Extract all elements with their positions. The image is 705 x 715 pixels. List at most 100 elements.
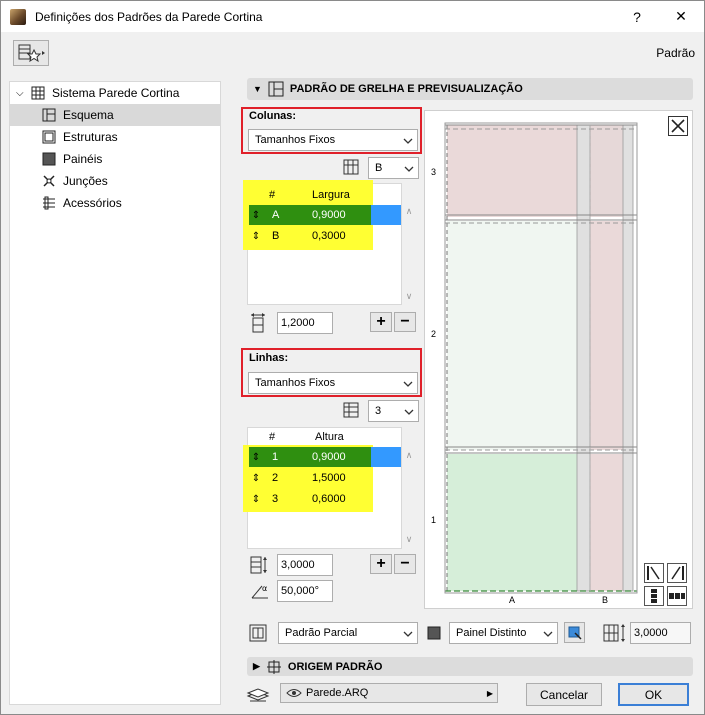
panel-pick-button[interactable] — [564, 622, 585, 643]
pattern-mode-select[interactable]: Padrão Parcial — [278, 622, 418, 644]
vertical-layout-icon — [651, 589, 657, 603]
triangle-down-icon: ▼ — [253, 84, 262, 94]
section-title: ORIGEM PADRÃO — [287, 660, 383, 673]
vertical-layout-button[interactable] — [644, 586, 664, 606]
columns-total-input[interactable]: 1,2000 — [277, 312, 333, 334]
preset-label: Padrão — [656, 46, 695, 60]
drag-handle-icon[interactable]: ⇕ — [249, 452, 263, 463]
table-row[interactable]: ⇕ 1 0,9000 — [249, 447, 401, 467]
rows-pattern-select[interactable]: 3 — [368, 400, 419, 422]
slope-right-icon — [671, 566, 684, 580]
layer-value: Parede.ARQ — [306, 687, 369, 699]
tree-item-label: Esquema — [63, 108, 114, 122]
columns-header-size: Largura — [312, 189, 350, 201]
row-label: 1 — [431, 515, 437, 525]
row-value[interactable]: 1,5000 — [312, 472, 346, 484]
chevron-down-icon — [403, 381, 413, 387]
slope-right-button[interactable] — [667, 563, 687, 583]
scroll-up-icon[interactable]: ∧ — [403, 450, 415, 461]
scroll-down-icon[interactable]: ∨ — [403, 534, 415, 545]
tree-item-esquema[interactable]: Esquema — [10, 104, 220, 126]
total-height-icon — [250, 556, 267, 574]
drag-handle-icon[interactable]: ⇕ — [249, 473, 263, 484]
tree-item-acessorios[interactable]: Acessórios — [10, 192, 220, 214]
drag-handle-icon[interactable]: ⇕ — [249, 494, 263, 505]
row-value[interactable]: 0,9000 — [312, 451, 346, 463]
panel-mode-value: Painel Distinto — [456, 627, 527, 639]
table-row[interactable]: ⇕ 2 1,5000 — [249, 468, 401, 488]
tree-item-label: Estruturas — [63, 130, 118, 144]
frames-icon — [42, 130, 56, 144]
curtain-wall-icon — [31, 86, 45, 100]
columns-pattern-select[interactable]: B — [368, 157, 419, 179]
tree-item-label: Acessórios — [63, 196, 122, 210]
columns-label: Colunas: — [249, 110, 297, 122]
title-bar: Definições dos Padrões da Parede Cortina… — [1, 1, 704, 32]
layers-icon — [246, 688, 270, 702]
scroll-up-icon[interactable]: ∧ — [403, 206, 415, 217]
height-icon — [603, 624, 625, 642]
table-row[interactable]: ⇕ B 0,3000 — [249, 226, 401, 246]
height-input[interactable]: 3,0000 — [630, 622, 691, 644]
window-title: Definições dos Padrões da Parede Cortina — [35, 9, 263, 24]
rows-label: Linhas: — [249, 352, 289, 364]
tree-item-paineis[interactable]: Painéis — [10, 148, 220, 170]
angle-input[interactable]: 50,000° — [277, 580, 333, 602]
ok-button[interactable]: OK — [618, 683, 689, 706]
row-id: 3 — [272, 493, 279, 505]
chevron-down-icon — [543, 631, 553, 637]
tree-root[interactable]: ⌵ Sistema Parede Cortina — [10, 82, 220, 104]
remove-column-button[interactable]: − — [394, 312, 416, 332]
panel-mode-select[interactable]: Painel Distinto — [449, 622, 558, 644]
favorites-button[interactable] — [13, 40, 49, 66]
grid-preview-canvas — [444, 122, 638, 594]
chevron-down-icon[interactable]: ⌵ — [16, 88, 26, 99]
close-preview-button[interactable] — [668, 116, 688, 136]
row-label: 3 — [431, 167, 437, 177]
columns-mode-value: Tamanhos Fixos — [255, 134, 336, 146]
rows-pattern-value: 3 — [375, 405, 382, 417]
row-value[interactable]: 0,9000 — [312, 209, 346, 221]
add-row-button[interactable]: + — [370, 554, 392, 574]
column-label: A — [509, 595, 516, 605]
section-header-grid[interactable]: ▼ PADRÃO DE GRELHA E PREVISUALIZAÇÃO — [247, 78, 693, 100]
row-label: 2 — [431, 329, 437, 339]
slope-left-button[interactable] — [644, 563, 664, 583]
chevron-down-icon — [404, 409, 414, 415]
cancel-button[interactable]: Cancelar — [526, 683, 602, 706]
horizontal-layout-button[interactable] — [667, 586, 687, 606]
table-row[interactable]: ⇕ 3 0,6000 — [249, 489, 401, 509]
grid-preview-icon — [268, 81, 284, 97]
scroll-down-icon[interactable]: ∨ — [403, 291, 415, 302]
junctions-icon — [43, 175, 55, 187]
triangle-right-icon: ▶ — [486, 688, 493, 698]
scheme-icon — [42, 108, 56, 122]
tree-root-label: Sistema Parede Cortina — [52, 86, 180, 100]
close-button[interactable]: ✕ — [661, 1, 701, 32]
row-value[interactable]: 0,3000 — [312, 230, 346, 242]
layer-select[interactable]: Parede.ARQ ▶ — [280, 683, 498, 703]
total-width-icon — [251, 313, 265, 333]
help-button[interactable]: ? — [617, 1, 657, 32]
column-pattern-icon — [343, 159, 359, 175]
tree-item-juncoes[interactable]: Junções — [10, 170, 220, 192]
drag-handle-icon[interactable]: ⇕ — [249, 210, 263, 221]
favorites-icon — [18, 44, 45, 63]
drag-handle-icon[interactable]: ⇕ — [249, 231, 263, 242]
rows-total-input[interactable]: 3,0000 — [277, 554, 333, 576]
column-label: B — [602, 595, 609, 605]
remove-row-button[interactable]: − — [394, 554, 416, 574]
table-row[interactable]: ⇕ A 0,9000 — [249, 205, 401, 225]
columns-header-num: # — [269, 189, 276, 201]
rows-mode-select[interactable]: Tamanhos Fixos — [248, 372, 418, 394]
tree-item-label: Painéis — [63, 152, 103, 166]
row-value[interactable]: 0,6000 — [312, 493, 346, 505]
rows-header-size: Altura — [315, 431, 344, 443]
section-header-origin[interactable]: ▶ ORIGEM PADRÃO — [247, 657, 693, 676]
tree-item-estruturas[interactable]: Estruturas — [10, 126, 220, 148]
pattern-mode-value: Padrão Parcial — [285, 627, 358, 639]
close-icon — [671, 119, 685, 133]
add-column-button[interactable]: + — [370, 312, 392, 332]
columns-mode-select[interactable]: Tamanhos Fixos — [248, 129, 418, 151]
tree-item-label: Junções — [63, 174, 108, 188]
